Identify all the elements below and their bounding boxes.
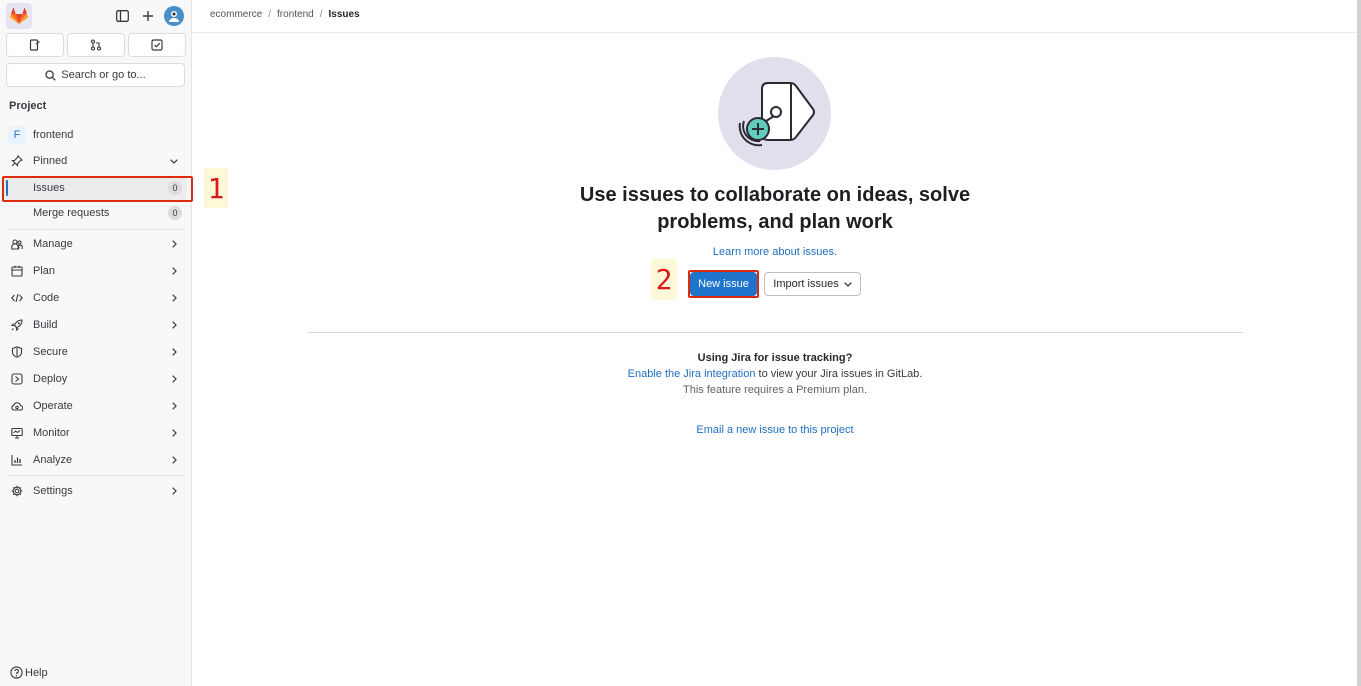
sidebar-item-build[interactable]: Build [4,313,187,337]
user-avatar[interactable] [164,6,184,26]
project-name: frontend [33,129,74,141]
sidebar-item-label: Settings [33,485,73,497]
sidebar-toggle-icon[interactable] [112,6,132,26]
sidebar-section-title: Project [9,100,47,112]
jira-description: Enable the Jira integration to view your… [560,368,990,380]
sidebar-item-label: Deploy [33,373,68,385]
chevron-right-icon [169,346,179,358]
sidebar: Search or go to... Project F frontend Pi… [0,0,192,686]
import-issues-dropdown[interactable]: Import issues [764,272,861,296]
search-label: Search or go to... [61,69,146,81]
breadcrumb-group[interactable]: ecommerce [210,9,262,20]
chevron-right-icon [169,292,179,304]
issues-icon [29,39,40,51]
sidebar-item-analyze[interactable]: Analyze [4,448,187,472]
breadcrumb-separator: / [319,9,323,20]
search-button[interactable]: Search or go to... [6,63,185,87]
assigned-issues-button[interactable] [6,33,64,57]
section-divider [308,332,1243,333]
email-new-issue-link[interactable]: Email a new issue to this project [560,424,990,436]
sidebar-item-secure[interactable]: Secure [4,340,187,364]
sidebar-item-deploy[interactable]: Deploy [4,367,187,391]
merge-requests-count-badge: 0 [168,206,182,220]
chevron-right-icon [169,373,179,385]
cloud-icon [10,399,24,413]
sidebar-item-manage[interactable]: Manage [4,232,187,256]
annotation-number-2: 2 [651,259,677,300]
search-icon [45,69,57,81]
thumbtack-icon [10,154,24,168]
chevron-right-icon [169,238,179,250]
import-issues-label: Import issues [773,278,839,290]
annotation-highlight-2 [688,270,759,298]
chevron-right-icon [169,400,179,412]
quick-actions [6,33,186,57]
help-icon [10,666,23,679]
chevron-right-icon [169,427,179,439]
sidebar-item-plan[interactable]: Plan [4,259,187,283]
gear-icon [10,484,24,498]
window-edge [1357,0,1361,686]
deploy-icon [10,372,24,386]
sidebar-item-label: Monitor [33,427,70,439]
jira-description-text: to view your Jira issues in GitLab. [755,368,923,380]
help-label: Help [25,666,48,679]
sidebar-item-code[interactable]: Code [4,286,187,310]
sidebar-pinned-toggle[interactable]: Pinned [4,149,187,173]
rocket-icon [10,318,24,332]
empty-state-title: Use issues to collaborate on ideas, solv… [579,184,971,233]
sidebar-item-operate[interactable]: Operate [4,394,187,418]
calendar-icon [10,264,24,278]
sidebar-item-label: Build [33,319,58,331]
code-icon [10,291,24,305]
todo-list-button[interactable] [128,33,186,57]
breadcrumb-project[interactable]: frontend [277,9,314,20]
header-divider [192,32,1358,33]
gitlab-logo-icon[interactable] [6,3,32,29]
merge-requests-button[interactable] [67,33,125,57]
sidebar-item-merge-requests[interactable]: Merge requests 0 [4,201,187,225]
sidebar-top-bar [6,3,186,29]
chevron-right-icon [169,485,179,497]
enable-jira-integration-link[interactable]: Enable the Jira integration [628,368,756,380]
help-button[interactable]: Help [10,666,48,679]
chevron-down-icon [169,155,179,167]
chart-icon [10,453,24,467]
sidebar-item-label: Code [33,292,60,304]
plus-icon[interactable] [138,6,158,26]
sidebar-item-label: Merge requests [33,207,110,219]
annotation-highlight-1 [2,176,193,202]
chevron-right-icon [169,265,179,277]
merge-request-icon [90,39,102,51]
issues-empty-illustration [718,57,831,170]
chevron-right-icon [169,319,179,331]
premium-notice: This feature requires a Premium plan. [682,384,868,396]
breadcrumb-current[interactable]: Issues [329,9,360,20]
pinned-label: Pinned [33,155,68,167]
sidebar-item-label: Operate [33,400,73,412]
sidebar-divider [8,475,183,476]
chevron-right-icon [169,454,179,466]
breadcrumb-separator: / [268,9,272,20]
monitor-icon [10,426,24,440]
breadcrumb: ecommerce / frontend / Issues [210,9,360,20]
sidebar-project-link[interactable]: F frontend [4,123,187,147]
sidebar-item-monitor[interactable]: Monitor [4,421,187,445]
annotation-number-1: 1 [204,168,228,208]
sidebar-item-label: Manage [33,238,73,250]
chevron-down-icon [843,281,852,287]
learn-more-link[interactable]: Learn more about issues. [560,246,990,258]
sidebar-item-label: Plan [33,265,56,277]
sidebar-divider [8,229,183,230]
sidebar-item-label: Secure [33,346,68,358]
users-icon [10,237,24,251]
sidebar-item-label: Analyze [33,454,73,466]
sidebar-item-settings[interactable]: Settings [4,479,187,503]
jira-question: Using Jira for issue tracking? [697,352,853,364]
todo-icon [151,39,163,51]
shield-icon [10,345,24,359]
project-avatar: F [8,126,26,144]
